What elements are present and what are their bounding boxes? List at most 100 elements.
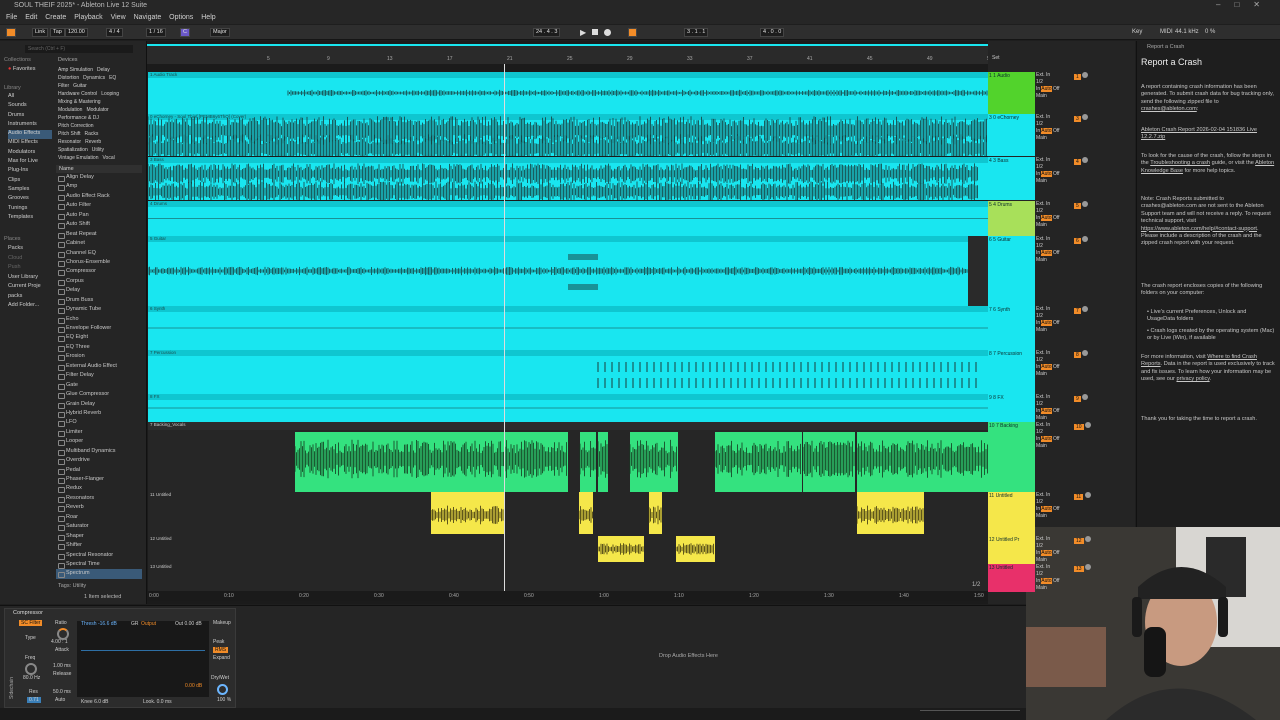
library-templates[interactable]: Templates	[8, 214, 52, 223]
time-ruler[interactable]: 0:00 0:10 0:20 0:30 0:40 0:50 1:00 1:10 1:20 1:30…	[147, 591, 988, 601]
device-tag[interactable]: EQ	[109, 75, 116, 81]
key-map-button[interactable]: Key	[1132, 25, 1142, 40]
device-tag[interactable]: Mixing & Mastering	[58, 99, 101, 105]
places-cloud[interactable]: Cloud	[8, 255, 54, 265]
play-icon[interactable]: ▶	[580, 28, 586, 37]
mixer-controls[interactable]: 10	[1074, 422, 1124, 431]
bar-ruler[interactable]: 59131721252933374145495357	[147, 46, 1053, 64]
favorites-item[interactable]: ● Favorites	[8, 66, 35, 72]
mixer-track-title[interactable]: 13 Untitled	[988, 564, 1035, 592]
mixer-controls[interactable]: 9	[1074, 394, 1124, 403]
device-list-item[interactable]: Grain Delay	[56, 400, 142, 409]
device-list-item[interactable]: Corpus	[56, 277, 142, 287]
mixer-track-title[interactable]: 1 1 Audio	[988, 72, 1035, 114]
device-tag[interactable]: Modulation	[58, 107, 82, 113]
mixer-controls[interactable]: 7	[1074, 306, 1124, 315]
device-tag[interactable]: Spatialization	[58, 147, 88, 153]
status-scrollbar[interactable]	[920, 710, 1020, 711]
stop-icon[interactable]	[592, 29, 598, 35]
mixer-io[interactable]: Ext. In 1/2 In Auto Off Main	[1036, 306, 1072, 334]
device-list-item[interactable]: Looper	[56, 437, 142, 447]
device-list-item[interactable]: LFO	[56, 418, 142, 428]
mixer-io[interactable]: Ext. In 1/2 In Auto Off Main	[1036, 422, 1072, 450]
device-list-item[interactable]: Multiband Dynamics	[56, 447, 142, 457]
mixer-track-title[interactable]: 12 Untitled Pr	[988, 536, 1035, 564]
library-samples[interactable]: Samples	[8, 186, 52, 195]
device-list-item[interactable]: Hybrid Reverb	[56, 409, 142, 419]
device-list-item[interactable]: Envelope Follower	[56, 324, 142, 334]
device-list-item[interactable]: Auto Pan	[56, 211, 142, 221]
device-tag[interactable]: Dynamics	[83, 75, 105, 81]
mixer-controls[interactable]: 5	[1074, 201, 1124, 210]
mixer-track-title[interactable]: 6 5 Guitar	[988, 236, 1035, 306]
mixer-io[interactable]: Ext. In 1/2 In Auto Off Main	[1036, 394, 1072, 422]
mixer-track-title[interactable]: 7 6 Synth	[988, 306, 1035, 350]
lookahead-readout[interactable]: Look. 0.0 ms	[143, 699, 172, 705]
support-link[interactable]: https://www.ableton.com/help/#contact-su…	[1141, 226, 1257, 232]
device-list-item[interactable]: Reverb	[56, 503, 142, 513]
places-user-library[interactable]: User Library	[8, 274, 54, 284]
rms-button[interactable]: RMS	[213, 647, 229, 653]
sc-filter-toggle[interactable]: SC Filter	[19, 620, 43, 626]
solo-icon[interactable]	[1082, 72, 1089, 78]
makeup-button[interactable]: Makeup	[213, 620, 231, 626]
device-tag[interactable]: Filter	[58, 83, 69, 89]
device-list-item[interactable]: Drum Buss	[56, 296, 142, 306]
device-list-item[interactable]: Saturator	[56, 522, 142, 532]
mixer-io[interactable]: Ext. In 1/2 In Auto Off Main	[1036, 114, 1072, 142]
library-modulators[interactable]: Modulators	[8, 149, 52, 158]
mixer-track-title[interactable]: 10 7 Backing	[988, 422, 1035, 492]
library-midi-effects[interactable]: MIDI Effects	[8, 139, 52, 148]
device-list-item[interactable]: Spectral Time	[56, 560, 142, 570]
troubleshooting-link[interactable]: Troubleshooting a crash	[1150, 160, 1210, 166]
time-signature-field[interactable]: 4 / 4	[106, 28, 123, 37]
mixer-controls[interactable]: 11	[1074, 492, 1124, 501]
places-current-project[interactable]: Current Proje	[8, 283, 54, 293]
device-list-item[interactable]: Dynamic Tube	[56, 305, 142, 315]
mixer-controls[interactable]: 13	[1074, 564, 1124, 573]
device-list-item[interactable]: Auto Filter	[56, 201, 142, 211]
name-column-header[interactable]: Name	[56, 165, 142, 173]
places-push[interactable]: Push	[8, 264, 54, 274]
solo-icon[interactable]	[1084, 536, 1091, 542]
link-button[interactable]: Link	[32, 28, 49, 37]
release-auto[interactable]: Auto	[55, 697, 65, 703]
freq-knob[interactable]	[25, 663, 37, 675]
device-tag[interactable]: Resonator	[58, 139, 81, 145]
key-field[interactable]: C	[180, 28, 190, 37]
compressor-display[interactable]: Thresh -16.6 dB GR Output Out 0.00 dB 0.…	[77, 621, 209, 697]
device-list-item[interactable]: Overdrive	[56, 456, 142, 466]
maximize-icon[interactable]: □	[1234, 0, 1253, 9]
device-tag[interactable]: Modulator	[86, 107, 108, 113]
quantize-field[interactable]: 1 / 16	[146, 28, 166, 37]
mixer-io[interactable]: Ext. In 1/2 In Auto Off Main	[1036, 157, 1072, 185]
menu-options[interactable]: Options	[169, 14, 193, 21]
device-list-item[interactable]: Filter Delay	[56, 371, 142, 381]
device-tag[interactable]: Performance & DJ	[58, 115, 99, 121]
device-tag[interactable]: Vintage Emulation	[58, 155, 99, 161]
device-list-item[interactable]: Cabinet	[56, 239, 142, 249]
scale-field[interactable]: Major	[210, 28, 230, 37]
library-grooves[interactable]: Grooves	[8, 195, 52, 204]
mixer-track-title[interactable]: 4 3 Bass	[988, 157, 1035, 200]
mixer-track-title[interactable]: 11 Untitled	[988, 492, 1035, 536]
res-value[interactable]: 0.71	[27, 697, 41, 703]
mixer-controls[interactable]: 1	[1074, 72, 1124, 81]
solo-icon[interactable]	[1084, 564, 1091, 570]
arrangement-position[interactable]: 24 . 4 . 3	[533, 28, 561, 37]
menu-file[interactable]: File	[6, 14, 17, 21]
menu-help[interactable]: Help	[201, 14, 215, 21]
knee-readout[interactable]: Knee 6.0 dB	[81, 699, 109, 705]
mixer-track-title[interactable]: 8 7 Percussion	[988, 350, 1035, 394]
mixer-io[interactable]: Ext. In 1/2 In Auto Off Main	[1036, 201, 1072, 229]
track-lane[interactable]: 5 Guitar	[148, 236, 988, 306]
device-tag[interactable]: Vocal	[103, 155, 115, 161]
crash-email-link[interactable]: crashes@ableton.com	[1141, 106, 1197, 112]
mixer-io[interactable]: Ext. In 1/2 In Auto Off Main	[1036, 564, 1072, 592]
midi-map-button[interactable]: MIDI	[1160, 25, 1173, 40]
device-list-item[interactable]: EQ Three	[56, 343, 142, 353]
mixer-controls[interactable]: 4	[1074, 157, 1124, 166]
mixer-track-title[interactable]: 9 8 FX	[988, 394, 1035, 422]
device-tag[interactable]: Looping	[101, 91, 119, 97]
mixer-io[interactable]: Ext. In 1/2 In Auto Off Main	[1036, 236, 1072, 264]
